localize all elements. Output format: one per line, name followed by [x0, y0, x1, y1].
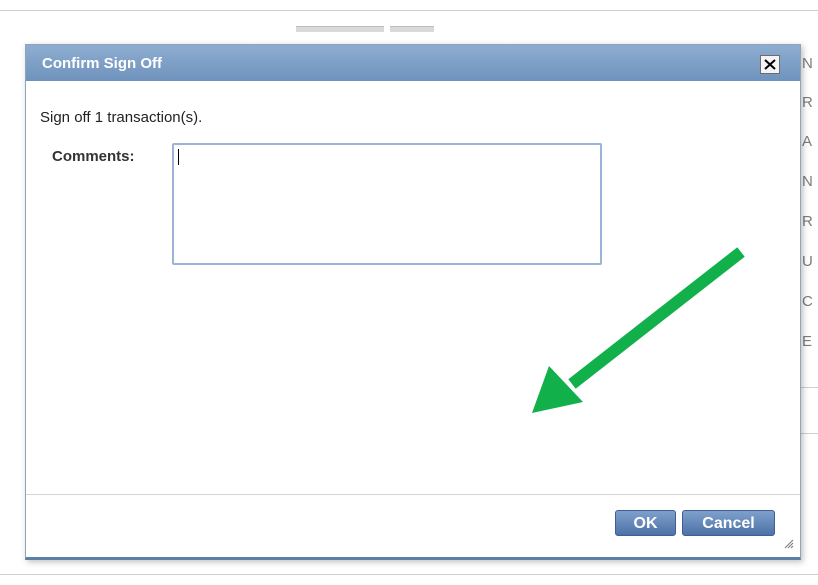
dialog-title: Confirm Sign Off — [42, 55, 162, 72]
background-bottom-border — [0, 574, 818, 575]
background-text-fragment: C — [802, 293, 813, 310]
background-text-fragment: U — [802, 253, 813, 270]
dialog-titlebar[interactable]: Confirm Sign Off — [26, 45, 800, 81]
cancel-button[interactable]: Cancel — [682, 510, 775, 536]
background-text-fragment: A — [802, 133, 813, 150]
background-text-fragment: R — [802, 94, 813, 111]
text-caret — [178, 149, 179, 165]
comments-field[interactable] — [172, 143, 602, 265]
comments-label: Comments: — [52, 148, 135, 165]
confirm-sign-off-dialog: Confirm Sign Off Sign off 1 transaction(… — [25, 44, 801, 560]
close-button[interactable] — [760, 55, 780, 74]
screenshot-page: N R A N R U C E Confirm Sign Off Sign of… — [0, 0, 818, 585]
background-column-fragment: N R A N R U C E — [800, 44, 818, 564]
background-top-border — [0, 10, 818, 11]
ok-button[interactable]: OK — [615, 510, 676, 536]
background-tab — [390, 26, 434, 32]
sign-off-summary: Sign off 1 transaction(s). — [40, 109, 203, 126]
background-text-fragment: R — [802, 213, 813, 230]
background-text-fragment: N — [802, 173, 813, 190]
resize-grip-icon[interactable] — [782, 537, 794, 549]
background-text-fragment: E — [802, 333, 813, 350]
background-text-fragment: N — [802, 55, 813, 72]
dialog-footer-divider — [26, 494, 800, 495]
close-icon — [764, 59, 776, 70]
background-divider — [800, 433, 818, 434]
background-divider — [800, 387, 818, 388]
background-tab — [296, 26, 384, 32]
